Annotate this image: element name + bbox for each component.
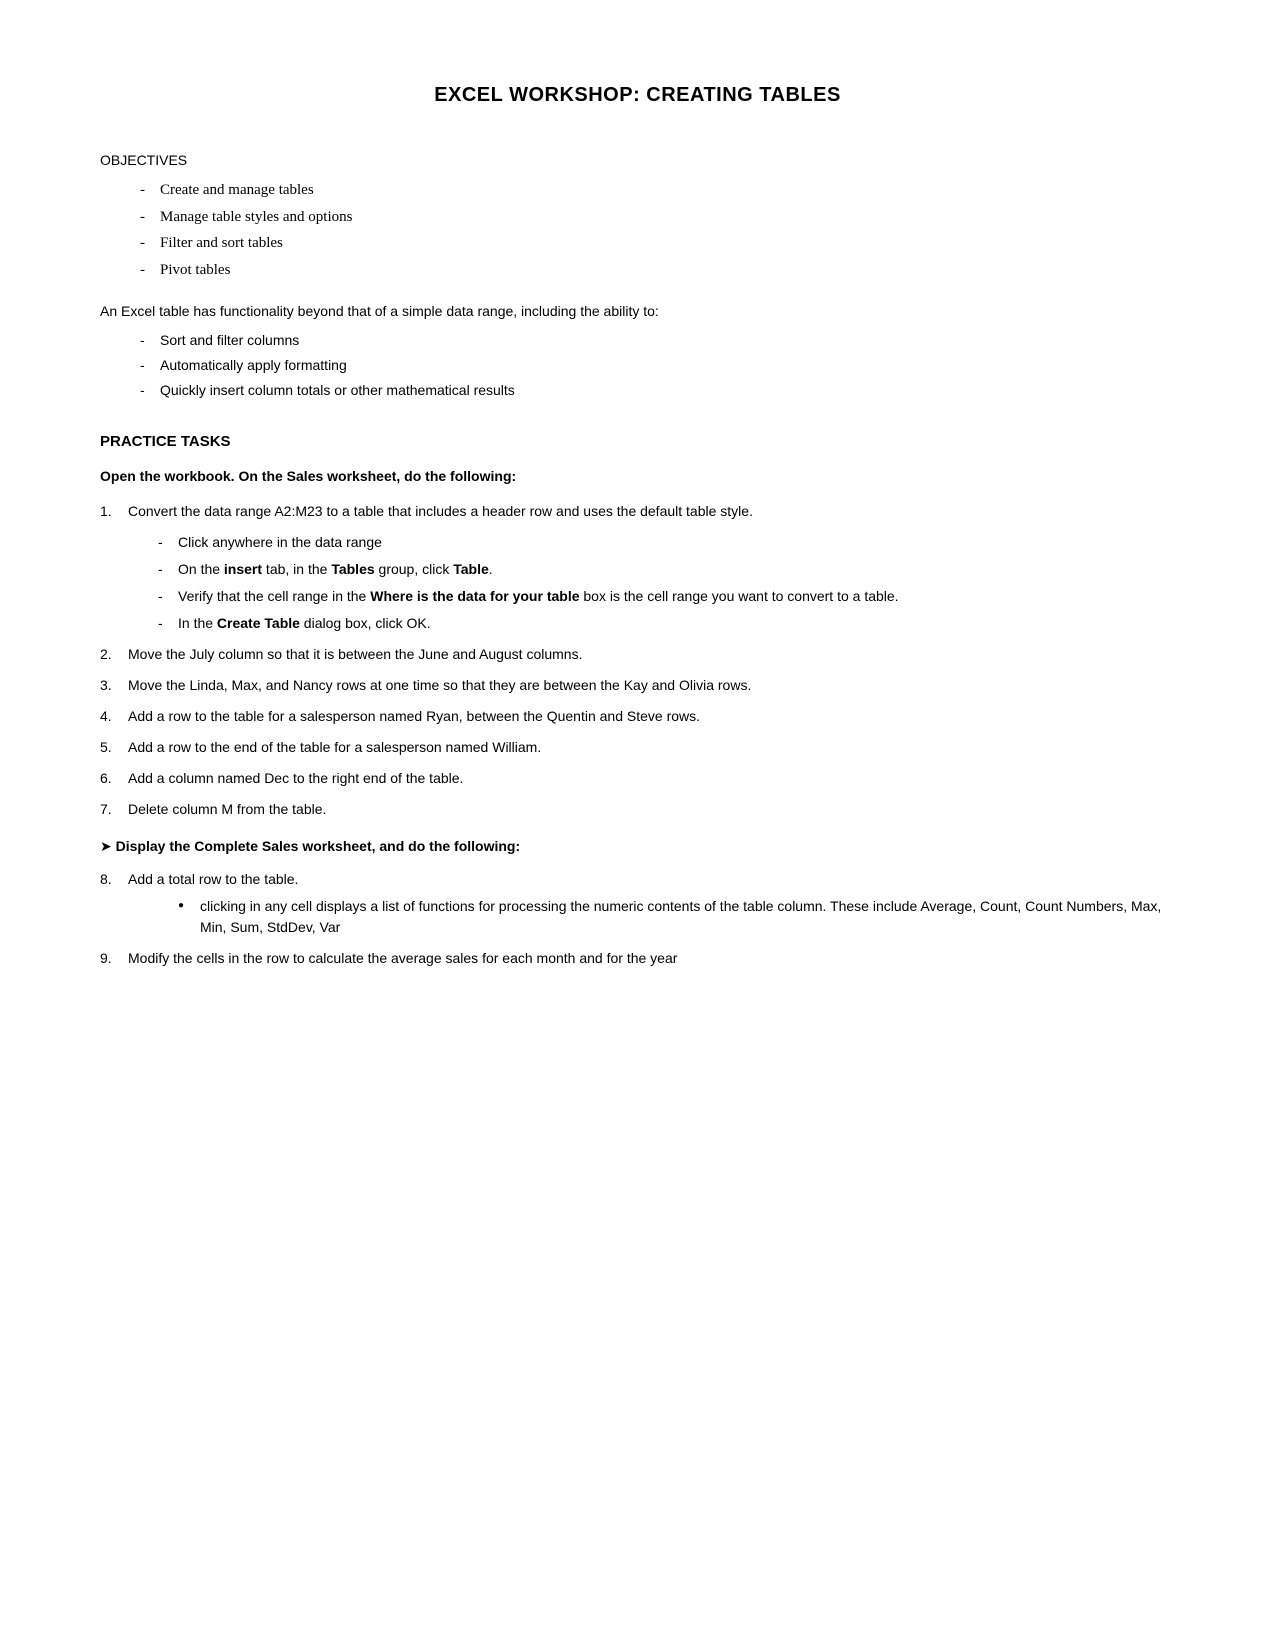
list-item: clicking in any cell displays a list of … [178, 896, 1175, 938]
task-item-1: 1. Convert the data range A2:M23 to a ta… [100, 501, 1175, 634]
task-item-2: 2. Move the July column so that it is be… [100, 644, 1175, 665]
page-title: EXCEL WORKSHOP: CREATING TABLES [100, 80, 1175, 110]
list-item: Verify that the cell range in the Where … [158, 586, 1175, 607]
objectives-section: OBJECTIVES Create and manage tables Mana… [100, 150, 1175, 281]
list-item: Sort and filter columns [140, 330, 1175, 351]
task-item-4: 4. Add a row to the table for a salesper… [100, 706, 1175, 727]
task-item-6: 6. Add a column named Dec to the right e… [100, 768, 1175, 789]
list-item: On the insert tab, in the Tables group, … [158, 559, 1175, 580]
task1-sub-list: Click anywhere in the data range On the … [158, 532, 1175, 634]
list-item: In the Create Table dialog box, click OK… [158, 613, 1175, 634]
task-item-8: 8. Add a total row to the table. clickin… [100, 869, 1175, 938]
list-item: Manage table styles and options [140, 206, 1175, 229]
task8-bullet-list: clicking in any cell displays a list of … [178, 896, 1175, 938]
practice-tasks-heading: PRACTICE TASKS [100, 431, 1175, 454]
task-item-5: 5. Add a row to the end of the table for… [100, 737, 1175, 758]
display-heading-text: Display the Complete Sales worksheet, an… [116, 838, 521, 854]
list-item: Automatically apply formatting [140, 355, 1175, 376]
list-item: Quickly insert column totals or other ma… [140, 380, 1175, 401]
numbered-task-list: 1. Convert the data range A2:M23 to a ta… [100, 501, 1175, 820]
numbered-task-list-2: 8. Add a total row to the table. clickin… [100, 869, 1175, 969]
task-item-7: 7. Delete column M from the table. [100, 799, 1175, 820]
list-item: Filter and sort tables [140, 232, 1175, 255]
task-item-3: 3. Move the Linda, Max, and Nancy rows a… [100, 675, 1175, 696]
intro-text: An Excel table has functionality beyond … [100, 301, 1175, 322]
task-main-heading: Open the workbook. On the Sales workshee… [100, 466, 1175, 487]
list-item: Pivot tables [140, 259, 1175, 282]
list-item: Create and manage tables [140, 179, 1175, 202]
display-heading: ➤ Display the Complete Sales worksheet, … [100, 836, 1175, 857]
objectives-label: OBJECTIVES [100, 150, 1175, 171]
task-item-9: 9. Modify the cells in the row to calcul… [100, 948, 1175, 969]
features-list: Sort and filter columns Automatically ap… [140, 330, 1175, 401]
list-item: Click anywhere in the data range [158, 532, 1175, 553]
objectives-list: Create and manage tables Manage table st… [140, 179, 1175, 281]
